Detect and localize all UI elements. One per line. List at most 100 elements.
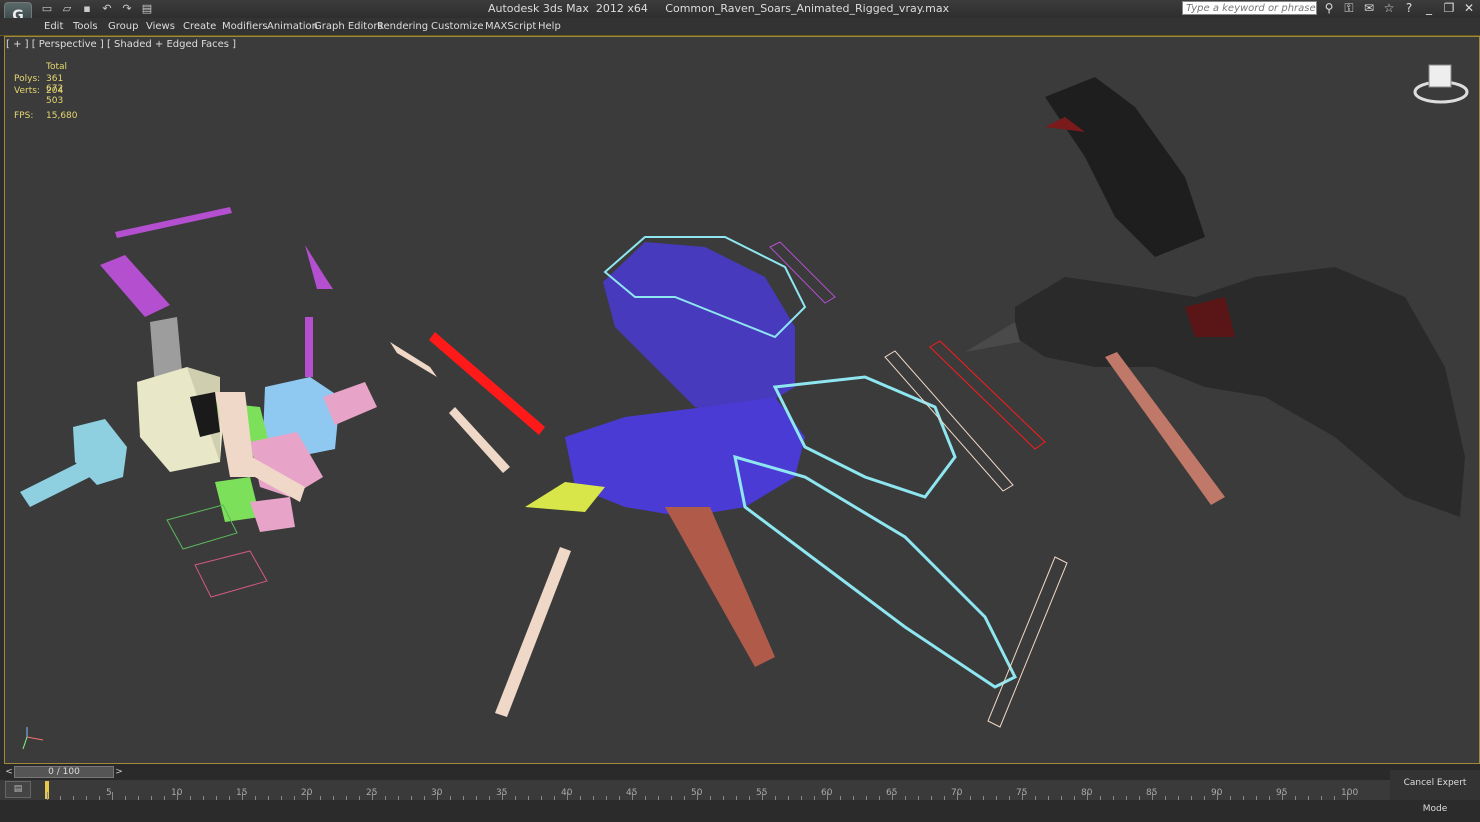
timeline-tick: [333, 796, 334, 800]
timeline-tick: [1100, 796, 1101, 800]
menu-modifiers[interactable]: Modifiers: [222, 21, 268, 32]
new-file-icon[interactable]: ▭: [40, 2, 54, 15]
timeline-tick: [398, 796, 399, 800]
timeline-tick-label: 85: [1146, 788, 1158, 798]
timeline-tick: [684, 796, 685, 800]
timeline-tick: [268, 796, 269, 800]
timeline-tick-label: 100: [1341, 788, 1359, 798]
subscription-icon[interactable]: ⚿: [1342, 1, 1356, 15]
binoculars-icon[interactable]: ⚲: [1322, 1, 1336, 15]
timeline-tick-label: 55: [756, 788, 768, 798]
stats-polys: Polys: 361 672: [14, 74, 63, 94]
communication-icon[interactable]: ✉: [1362, 1, 1376, 15]
timeline-tick: [190, 796, 191, 800]
search-input[interactable]: Type a keyword or phrase: [1182, 1, 1317, 15]
timeline-tick: [814, 796, 815, 800]
menu-graph-editors[interactable]: Graph Editors: [314, 21, 383, 32]
timeline-tick: [1191, 796, 1192, 800]
save-icon[interactable]: ▪: [80, 2, 94, 15]
timeline-tick: [489, 796, 490, 800]
prev-frame-icon[interactable]: <: [4, 766, 14, 778]
timeline-tick: [840, 796, 841, 800]
help-icon[interactable]: ?: [1402, 1, 1416, 15]
timeline-tick: [1165, 796, 1166, 800]
timeline-tick: [450, 796, 451, 800]
timeline-tick: [879, 796, 880, 800]
timeline-tick: [619, 796, 620, 800]
timeline-tick: [1269, 796, 1270, 800]
perspective-viewport[interactable]: [4, 36, 1480, 764]
timeline-tick: [749, 796, 750, 800]
timeline-tick: [164, 796, 165, 800]
menu-customize[interactable]: Customize: [431, 21, 484, 32]
restore-icon[interactable]: ❐: [1442, 1, 1456, 15]
timeline-tick: [411, 796, 412, 800]
timeline-tick-label: 60: [821, 788, 833, 798]
timeline-track[interactable]: 5 10 15 20 25 30 35 40 45 50 55 60 65 70 75 80 85 90 95 100: [0, 780, 1390, 800]
viewcube-icon[interactable]: [1413, 64, 1469, 104]
menu-maxscript[interactable]: MAXScript: [485, 21, 536, 32]
timeline-tick: [47, 792, 48, 800]
time-slider[interactable]: 0 / 100: [14, 766, 114, 778]
timeline-tick: [60, 796, 61, 800]
menu-edit[interactable]: Edit: [44, 21, 63, 32]
timeline-tick-label: 45: [626, 788, 638, 798]
timeline-tick: [112, 792, 113, 800]
menu-rendering[interactable]: Rendering: [377, 21, 428, 32]
project-folder-icon[interactable]: ▤: [140, 2, 154, 15]
timeline-tick: [866, 796, 867, 800]
open-file-icon[interactable]: ▱: [60, 2, 74, 15]
bone-chain[interactable]: [390, 332, 571, 717]
timeline-tick: [931, 796, 932, 800]
viewport-label[interactable]: [ + ] [ Perspective ] [ Shaded + Edged F…: [6, 39, 236, 50]
timeline-tick: [255, 796, 256, 800]
scene-canvas[interactable]: [5, 37, 1479, 763]
timeline-tick: [86, 796, 87, 800]
quick-access-toolbar: ▭ ▱ ▪ ↶ ↷ ▤: [40, 2, 154, 16]
timeline-tick-label: 80: [1081, 788, 1093, 798]
info-center-toolbar: ⚲ ⚿ ✉ ☆ ? _ ❐ ✕: [1322, 1, 1476, 15]
close-icon[interactable]: ✕: [1462, 1, 1476, 15]
undo-icon[interactable]: ↶: [100, 2, 114, 15]
timeline-tick: [853, 796, 854, 800]
mini-listener-icon[interactable]: ▤: [5, 781, 31, 798]
timeline-tick: [944, 796, 945, 800]
timeline-tick: [710, 796, 711, 800]
menu-create[interactable]: Create: [183, 21, 216, 32]
timeline-tick: [723, 796, 724, 800]
menu-animation[interactable]: Animation: [267, 21, 318, 32]
menu-views[interactable]: Views: [146, 21, 175, 32]
timeline-tick: [229, 796, 230, 800]
timeline-tick-label: 5: [106, 788, 112, 798]
rig-controls-left[interactable]: [20, 207, 377, 598]
next-frame-icon[interactable]: >: [114, 766, 124, 778]
menu-group[interactable]: Group: [108, 21, 138, 32]
timeline-tick: [1126, 796, 1127, 800]
timeline-tick: [346, 796, 347, 800]
timeline-tick: [1334, 796, 1335, 800]
redo-icon[interactable]: ↷: [120, 2, 134, 15]
favorites-star-icon[interactable]: ☆: [1382, 1, 1396, 15]
timeline-tick: [775, 796, 776, 800]
timeline-tick: [476, 796, 477, 800]
timeline-tick: [385, 796, 386, 800]
fps-value: 15,680: [46, 111, 78, 121]
menu-tools[interactable]: Tools: [73, 21, 98, 32]
cancel-expert-mode-button[interactable]: Cancel Expert Mode: [1390, 770, 1480, 814]
timeline-tick: [203, 796, 204, 800]
timeline-tick: [1178, 796, 1179, 800]
timeline-tick: [1308, 796, 1309, 800]
timeline-tick-label: 90: [1211, 788, 1223, 798]
timeline-tick: [580, 796, 581, 800]
timeline-tick: [1230, 796, 1231, 800]
polys-label: Polys:: [14, 74, 41, 84]
timeline-tick-label: 20: [301, 788, 313, 798]
timeline-tick-label: 75: [1016, 788, 1028, 798]
stats-fps: FPS: 15,680: [14, 111, 78, 121]
minimize-icon[interactable]: _: [1422, 1, 1436, 15]
raven-rendered[interactable]: [965, 77, 1465, 517]
raven-wireframe[interactable]: [525, 236, 1018, 689]
timeline-tick: [515, 796, 516, 800]
menu-help[interactable]: Help: [538, 21, 561, 32]
timeline-tick: [1061, 796, 1062, 800]
